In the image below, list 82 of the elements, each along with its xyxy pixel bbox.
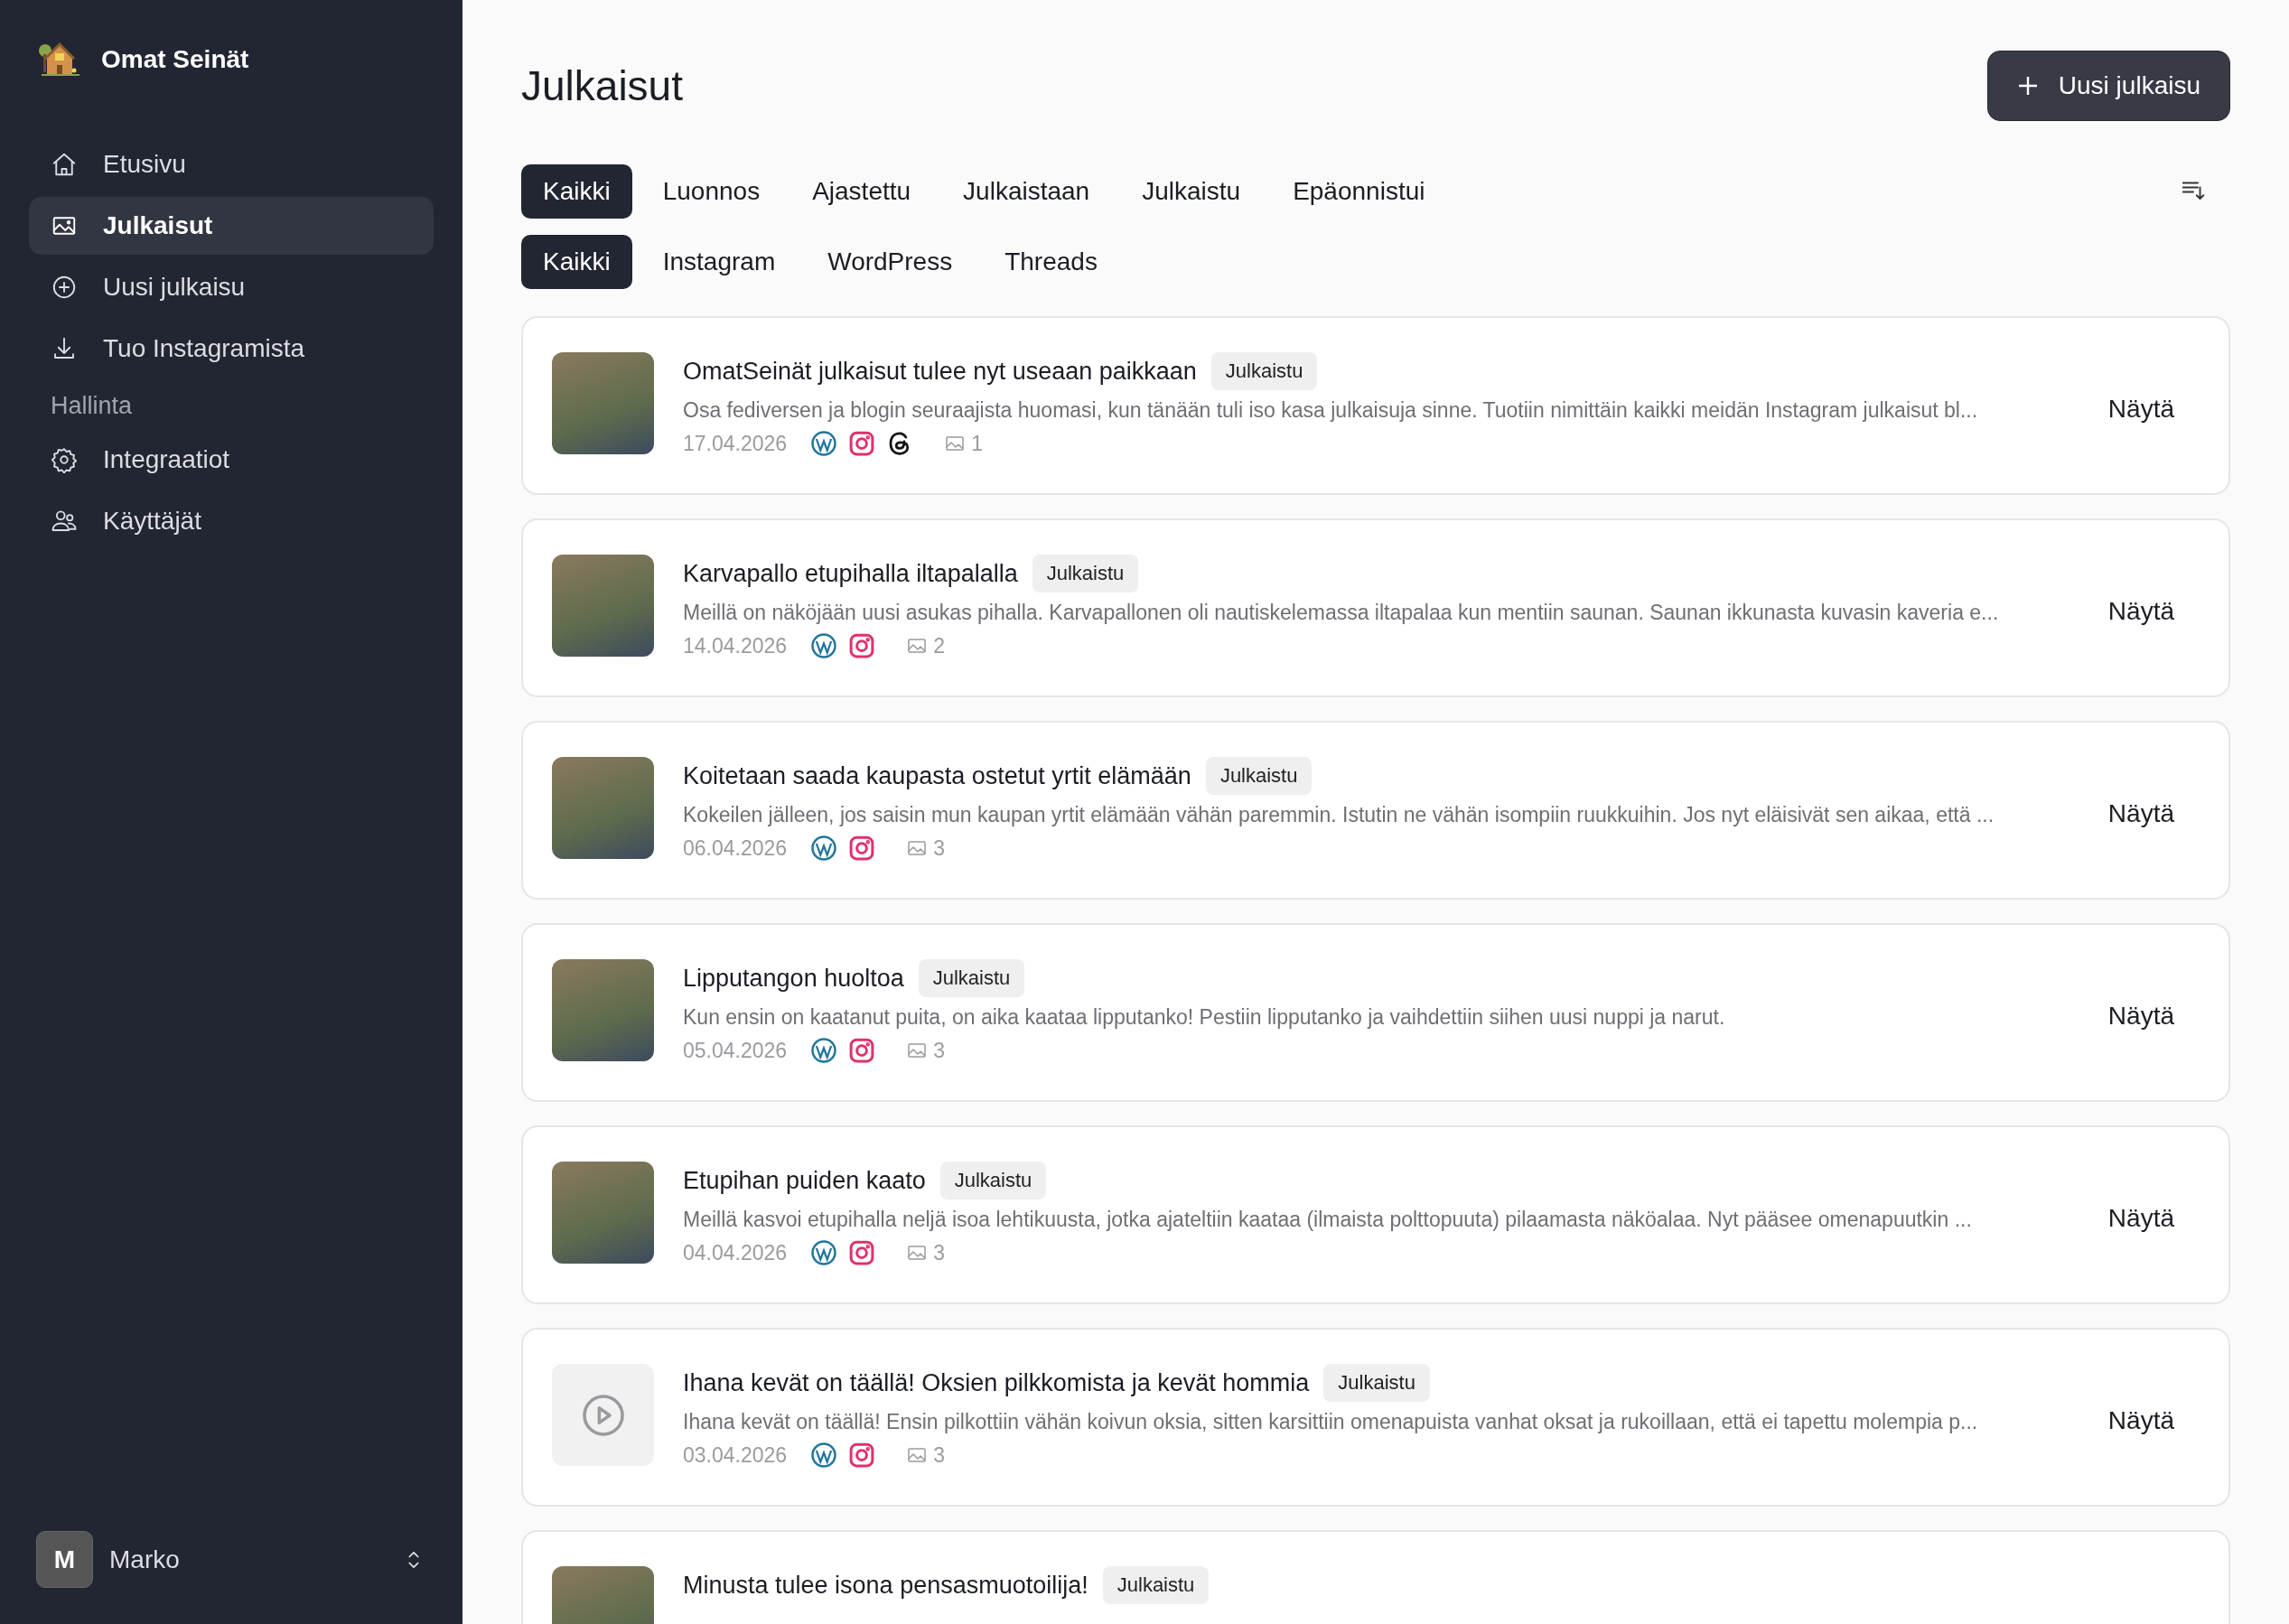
wordpress-icon xyxy=(810,1442,838,1469)
post-excerpt: Meillä on näköjään uusi asukas pihalla. Karvapallonen oli nautiskelemassa iltapalaa kun mentiin saunan. Saunan ikkunasta kuvasin kaveria e... xyxy=(683,600,2000,626)
platform-tab[interactable]: Kaikki xyxy=(521,235,632,289)
status-tab[interactable]: Julkaistaan xyxy=(941,164,1112,219)
image-count: 3 xyxy=(933,1038,945,1063)
sidebar-label: Uusi julkaisu xyxy=(103,273,246,302)
post-title: Minusta tulee isona pensasmuotoilija! xyxy=(683,1571,1088,1600)
plus-icon xyxy=(2016,75,2039,97)
wordpress-icon xyxy=(810,632,838,659)
post-title: Karvapallo etupihalla iltapalalla xyxy=(683,559,1018,588)
user-name: Marko xyxy=(109,1545,181,1574)
post-date: 04.04.2026 xyxy=(683,1240,788,1265)
status-badge: Julkaistu xyxy=(918,959,1025,997)
post-excerpt: Ihana kevät on täällä! Ensin pilkottiin vähän koivun oksia, sitten karsittiin omenapuista vanhat oksat ja rukoillaan, että ei tapettu molempia p... xyxy=(683,1409,1979,1435)
view-link[interactable]: Näytä xyxy=(2089,597,2192,626)
post-title: Lipputangon huoltoa xyxy=(683,964,904,993)
sidebar-item[interactable]: Tuo Instagramista xyxy=(29,320,434,378)
sidebar-item[interactable]: Etusivu xyxy=(29,135,434,193)
post-date: 14.04.2026 xyxy=(683,633,788,658)
instagram-icon xyxy=(848,1239,876,1266)
platform-tab[interactable]: WordPress xyxy=(806,235,975,289)
sidebar-label: Etusivu xyxy=(103,150,186,179)
image-count: 3 xyxy=(933,835,945,861)
post-title: OmatSeinät julkaisut tulee nyt useaan paikkaan xyxy=(683,357,1197,386)
status-badge: Julkaistu xyxy=(939,1162,1047,1199)
instagram-icon xyxy=(848,1442,876,1469)
instagram-icon xyxy=(848,1037,876,1064)
instagram-icon xyxy=(848,430,876,457)
post-date: 05.04.2026 xyxy=(683,1038,788,1063)
post-excerpt: Kun ensin on kaatanut puita, on aika kaataa lipputanko! Pestiin lipputanko ja vaihdettiin siihen uusi nuppi ja narut. xyxy=(683,1004,1726,1031)
view-link[interactable]: Näytä xyxy=(2089,395,2192,424)
image-count: 3 xyxy=(933,1240,945,1265)
post-title: Etupihan puiden kaato xyxy=(683,1166,926,1195)
sidebar-label: Tuo Instagramista xyxy=(103,334,305,363)
status-badge: Julkaistu xyxy=(1210,352,1318,390)
wordpress-icon xyxy=(810,1037,838,1064)
post-excerpt: Meillä kasvoi etupihalla neljä isoa lehtikuusta, jotka ajateltiin kaataa (ilmaista polttopuuta) pilaamasta näköalaa. Nyt pääsee omenapuutkin ... xyxy=(683,1207,1973,1233)
sidebar-item[interactable]: Integraatiot xyxy=(29,431,434,489)
sidebar-item[interactable]: Käyttäjät xyxy=(29,492,434,550)
sidebar-label: Integraatiot xyxy=(103,445,230,474)
status-tab[interactable]: Ajastettu xyxy=(790,164,933,219)
status-badge: Julkaistu xyxy=(1102,1566,1210,1604)
post-date: 06.04.2026 xyxy=(683,835,788,861)
image-count: 1 xyxy=(971,431,983,456)
post-excerpt: Osa fediversen ja blogin seuraajista huomasi, kun tänään tuli iso kasa julkaisuja sinne. Tuotiin nimittäin kaikki meidän Instagram julkaisut bl... xyxy=(683,397,1979,424)
view-link[interactable]: Näytä xyxy=(2089,799,2192,828)
home-icon xyxy=(51,151,78,178)
platform-tab[interactable]: Threads xyxy=(983,235,1119,289)
instagram-icon xyxy=(848,835,876,862)
platform-tab[interactable]: Instagram xyxy=(640,235,798,289)
post-date: 17.04.2026 xyxy=(683,431,788,456)
instagram-icon xyxy=(848,632,876,659)
status-badge: Julkaistu xyxy=(1323,1364,1430,1402)
view-link[interactable]: Näytä xyxy=(2089,1406,2192,1435)
post-date: 03.04.2026 xyxy=(683,1442,788,1468)
sidebar-label: Julkaisut xyxy=(103,211,213,240)
wordpress-icon xyxy=(810,430,838,457)
status-tab[interactable]: Kaikki xyxy=(521,164,632,219)
sidebar-label: Käyttäjät xyxy=(103,507,201,536)
post-title: Koitetaan saada kaupasta ostetut yrtit elämään xyxy=(683,761,1191,790)
status-badge: Julkaistu xyxy=(1205,757,1313,795)
image-count: 2 xyxy=(933,633,945,658)
post-excerpt: Kokeilen jälleen, jos saisin mun kaupan yrtit elämään vähän paremmin. Istutin ne vähän isompiin ruukkuihin. Jos nyt eläisivät sen aikaa, että ... xyxy=(683,802,1995,828)
brand-name: Omat Seinät xyxy=(101,45,249,74)
view-link[interactable]: Näytä xyxy=(2089,1204,2192,1233)
status-tab[interactable]: Luonnos xyxy=(640,164,782,219)
status-tab[interactable]: Epäonnistui xyxy=(1271,164,1447,219)
settings-icon xyxy=(51,446,78,473)
status-badge: Julkaistu xyxy=(1032,555,1139,593)
image-count: 3 xyxy=(933,1442,945,1468)
user-avatar: M xyxy=(36,1531,93,1588)
sidebar-item[interactable]: Julkaisut xyxy=(29,197,434,255)
view-link[interactable]: Näytä xyxy=(2089,1002,2192,1031)
section-heading: Hallinta xyxy=(50,391,134,421)
add-icon xyxy=(51,274,78,301)
post-title: Ihana kevät on täällä! Oksien pilkkomista ja kevät hommia xyxy=(683,1368,1310,1397)
wordpress-icon xyxy=(810,1239,838,1266)
sidebar-item[interactable]: Uusi julkaisu xyxy=(29,258,434,316)
new-post-button[interactable]: Uusi julkaisu xyxy=(1986,51,2230,121)
wordpress-icon xyxy=(810,835,838,862)
page-title: Julkaisut xyxy=(521,61,683,110)
status-tab[interactable]: Julkaistu xyxy=(1120,164,1263,219)
